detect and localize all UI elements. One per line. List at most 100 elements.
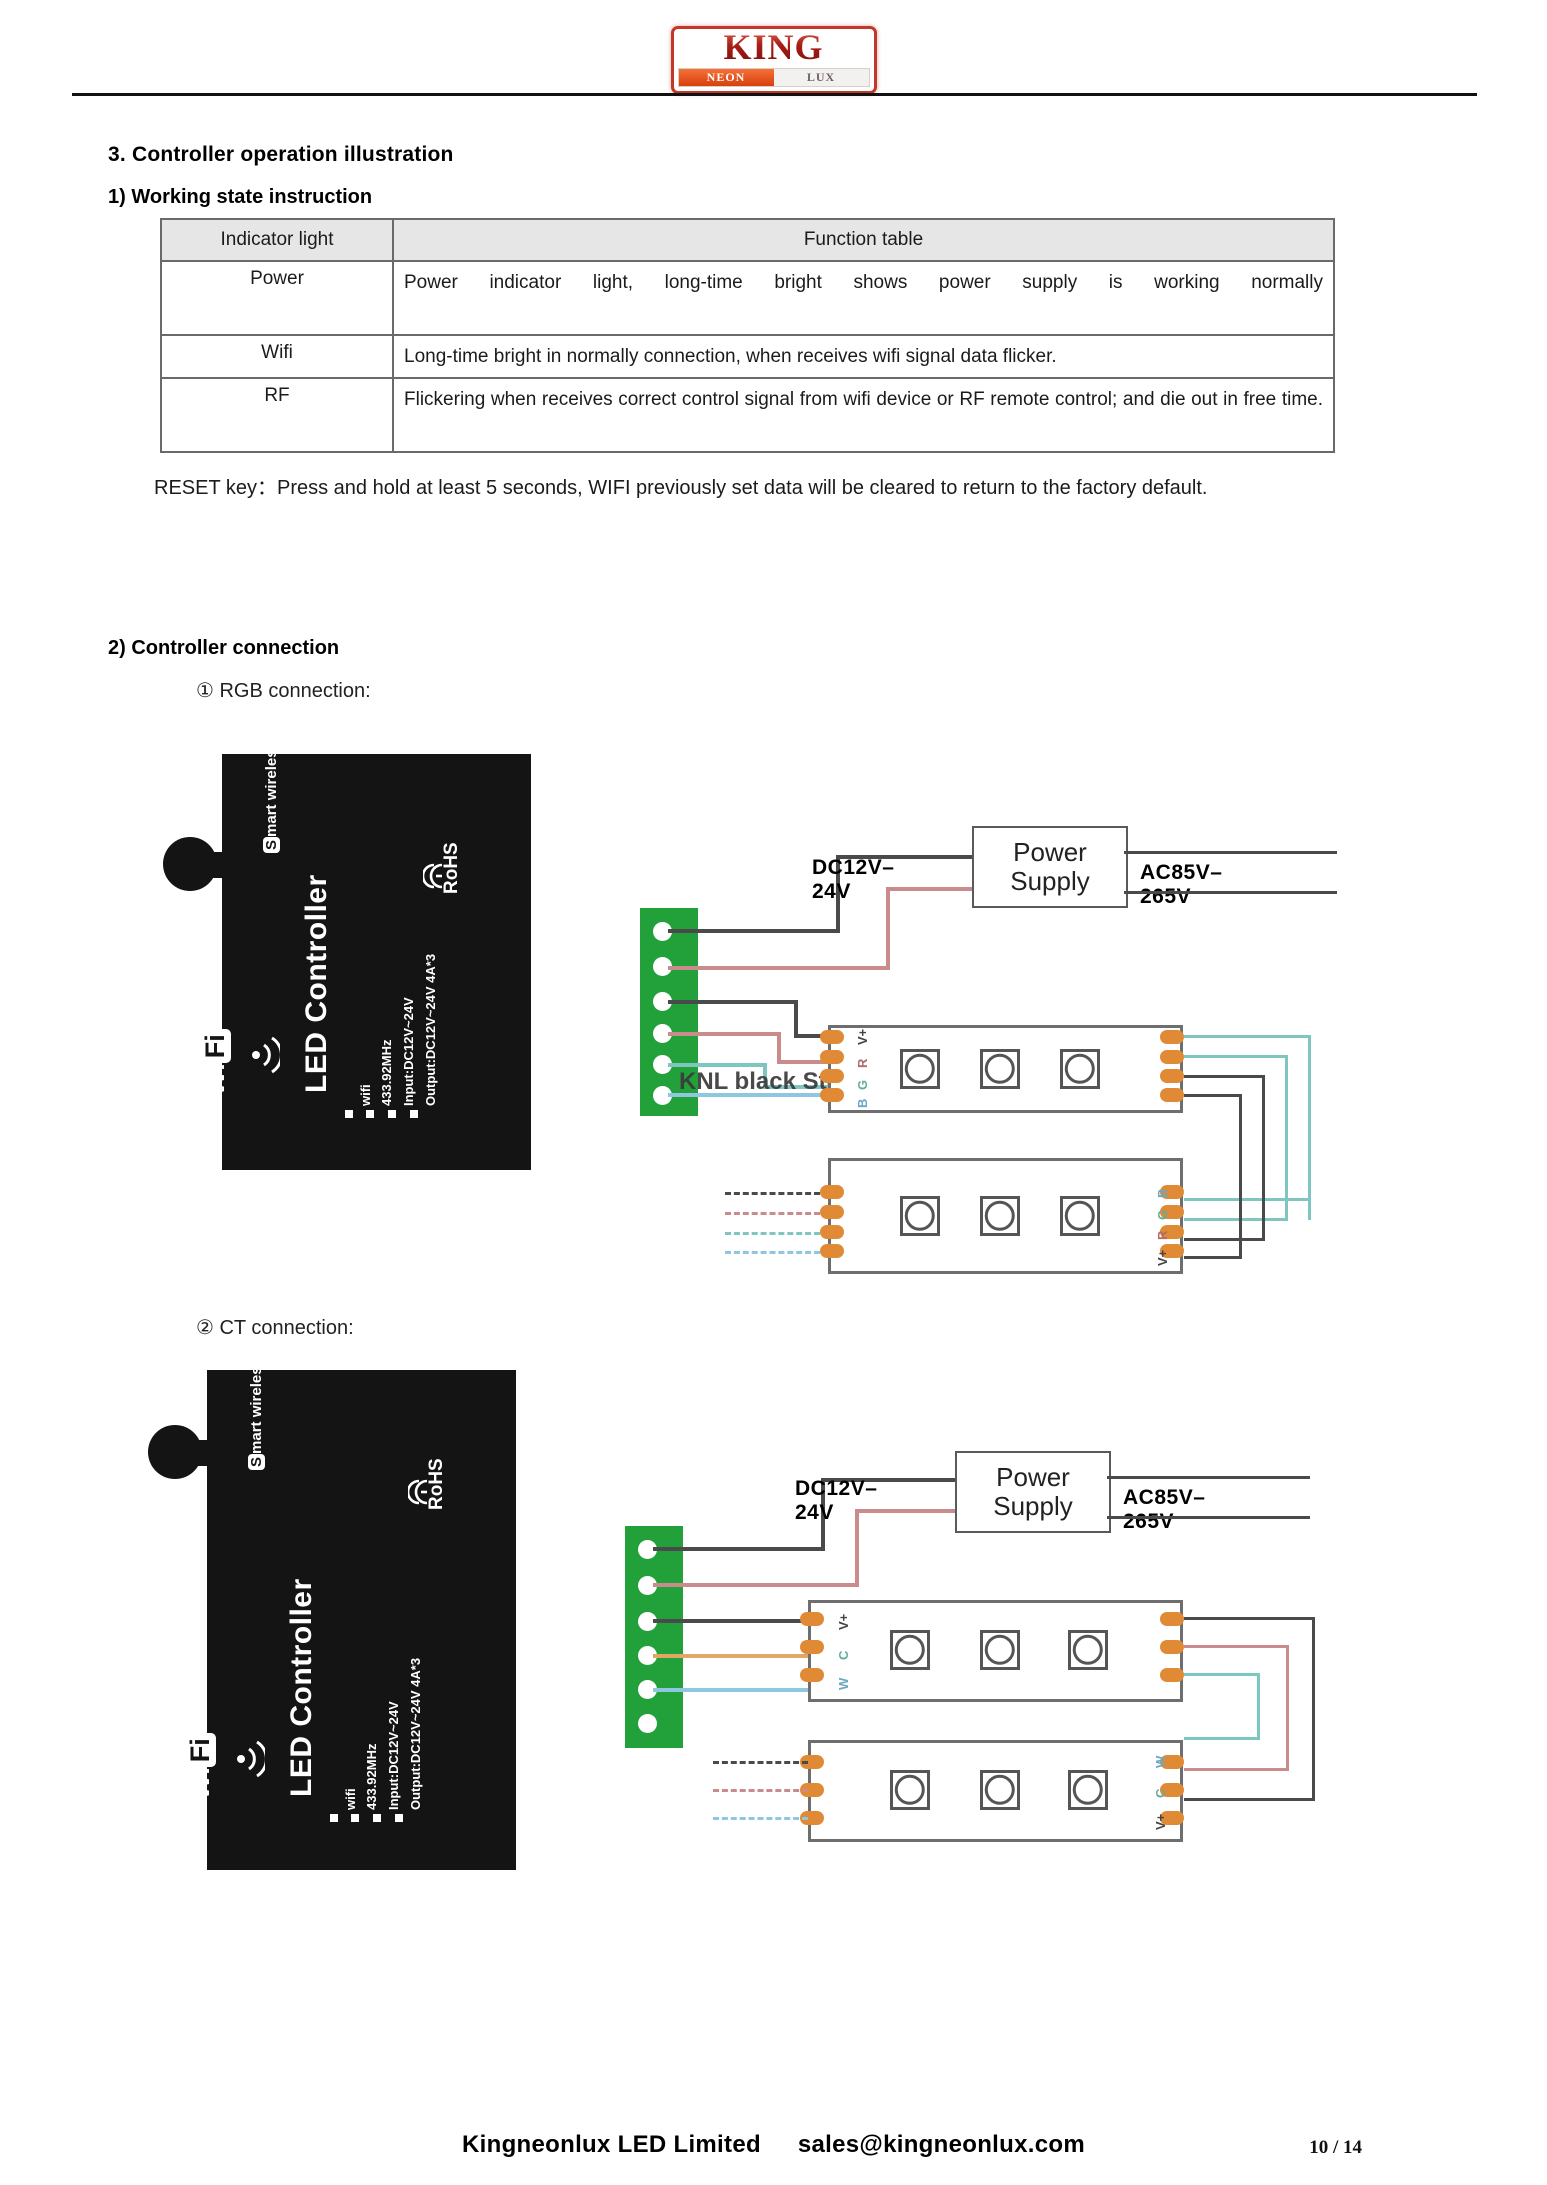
terminal-pin-plus: +: [596, 1589, 611, 1597]
led-chip: [900, 1049, 940, 1089]
smart-wireless-s: S: [263, 836, 280, 853]
strip-pad: [820, 1225, 844, 1239]
brand-logo: KING NEON LUX: [0, 26, 1547, 99]
power-supply-line2: Supply: [993, 1491, 1073, 1521]
ct-strip2-pin-vplus: V+: [1153, 1813, 1168, 1830]
terminal-pin-minus: -: [611, 928, 626, 933]
spec-wifi: wifi: [343, 1788, 358, 1810]
strip-pad: [820, 1069, 844, 1083]
terminal-pin-ch1: CH1: [611, 1026, 622, 1047]
terminal-divider: [594, 1080, 640, 1082]
terminal-pin-ch2: CH2: [596, 1685, 607, 1706]
dc-voltage-label: DC12V–24V: [812, 856, 895, 903]
spec-input: Input:DC12V~24V: [386, 1701, 401, 1810]
wire-loop-v: [1239, 1094, 1242, 1258]
wire-ac-line: [1124, 891, 1337, 894]
wire-dashed-continuation: [713, 1817, 808, 1820]
strip-pad: [800, 1612, 824, 1626]
power-supply-box: Power Supply: [972, 826, 1128, 908]
table-cell-function-wifi: Long-time bright in normally connection,…: [392, 333, 1335, 380]
power-supply-line2: Supply: [1010, 866, 1090, 896]
table-row: RF Flickering when receives correct cont…: [160, 377, 1335, 454]
dc-voltage-label: DC12V–24V: [795, 1477, 878, 1524]
wifi-wordmark-prefix: Wi: [200, 1063, 230, 1096]
wire-loop-ct-v: [1312, 1617, 1315, 1801]
page-number: 10 / 14: [1309, 2137, 1362, 2158]
led-chip: [1068, 1770, 1108, 1810]
ct-strip2-pin-c: C: [1153, 1788, 1168, 1798]
strip-pad: [1160, 1640, 1184, 1654]
wifi-signal-icon: [237, 1740, 265, 1778]
wire-loop-v2: [1184, 1256, 1242, 1259]
wifi-wordmark-prefix: Wi: [185, 1767, 215, 1800]
led-chip: [1060, 1196, 1100, 1236]
terminal-divider: [579, 1560, 625, 1562]
item-ct-connection: ② CT connection:: [196, 1317, 354, 1339]
wire-loop-g: [1285, 1055, 1288, 1220]
table-cell-function-power: Power indicator light, long-time bright …: [392, 260, 1335, 336]
spec-frequency: 433.92MHz: [364, 1743, 379, 1810]
section-heading: 3. Controller operation illustration: [108, 143, 454, 166]
subsection-heading-2: 2) Controller connection: [108, 637, 340, 659]
subsection-heading-1: 1) Working state instruction: [108, 186, 373, 208]
strip-pad: [1160, 1030, 1184, 1044]
led-chip: [980, 1196, 1020, 1236]
wire-dashed-continuation: [713, 1761, 808, 1764]
strip-pad: [1160, 1668, 1184, 1682]
wire-loop-ct-v: [1184, 1617, 1315, 1620]
power-supply-box: Power Supply: [955, 1451, 1111, 1533]
wire-loop-b: [1184, 1035, 1311, 1038]
strip-pad: [800, 1640, 824, 1654]
wire-loop-ct-v2: [1184, 1798, 1315, 1801]
terminal-divider: [594, 1050, 640, 1052]
logo-neon-text: NEON: [678, 69, 774, 86]
spec-bullet: [373, 1814, 381, 1822]
strip-pad: [820, 1050, 844, 1064]
strip1-pin-b: B: [855, 1098, 870, 1108]
led-chip: [1060, 1049, 1100, 1089]
logo-king-text: KING: [674, 28, 874, 66]
spec-wifi: wifi: [358, 1084, 373, 1106]
spec-bullet: [351, 1814, 359, 1822]
terminal-divider: [579, 1710, 625, 1712]
terminal-power-label: POWER: [562, 926, 576, 972]
ct-strip1-pin-c: C: [836, 1650, 851, 1660]
led-chip: [890, 1770, 930, 1810]
wire-loop-r: [1262, 1075, 1265, 1240]
table-header-row: Indicator light Function table: [160, 218, 1335, 262]
wire-ac-line: [1124, 851, 1337, 854]
strip-pad: [820, 1088, 844, 1102]
working-state-table: Indicator light Function table Power Pow…: [160, 218, 1335, 454]
smart-wireless-text: mart wireless: [248, 1358, 265, 1454]
spec-input: Input:DC12V~24V: [401, 997, 416, 1106]
wire-loop-b: [1308, 1035, 1311, 1220]
wire-loop-v: [1184, 1094, 1242, 1097]
header-divider: [72, 93, 1477, 96]
table-cell-light-wifi: Wifi: [160, 333, 394, 380]
led-chip: [980, 1770, 1020, 1810]
strip1-pin-r: R: [855, 1058, 870, 1068]
spec-frequency: 433.92MHz: [379, 1039, 394, 1106]
wifi-wordmark-suffix: Fi: [200, 1029, 231, 1064]
smart-wireless-label: Smart wireless: [248, 1358, 265, 1470]
terminal-divider: [579, 1601, 625, 1603]
table-cell-light-rf: RF: [160, 377, 394, 454]
wire-power-pos: [668, 966, 890, 970]
wire-power-neg: [668, 929, 840, 933]
wire-dashed-continuation: [725, 1232, 820, 1235]
spec-bullet: [345, 1110, 353, 1118]
strip1-pin-g: G: [855, 1079, 870, 1090]
wire-ac-line: [1107, 1476, 1310, 1479]
table-row: Power Power indicator light, long-time b…: [160, 260, 1335, 336]
ct-strip1-pin-vplus: V+: [836, 1613, 851, 1630]
strip2-pin-g: G: [1155, 1209, 1170, 1220]
wifi-wordmark: WiFi: [200, 1029, 231, 1096]
spec-bullet: [330, 1814, 338, 1822]
terminal-light-label: LIGHT: [547, 1697, 561, 1733]
wifi-wordmark: WiFi: [185, 1733, 216, 1800]
logo-subrow: NEON LUX: [677, 68, 870, 87]
wifi-wordmark-suffix: Fi: [185, 1733, 216, 1768]
ct-strip2-pin-w: W: [1153, 1755, 1168, 1768]
strip2-pin-vplus: V+: [1155, 1249, 1170, 1266]
table-header-indicator: Indicator light: [160, 218, 394, 262]
